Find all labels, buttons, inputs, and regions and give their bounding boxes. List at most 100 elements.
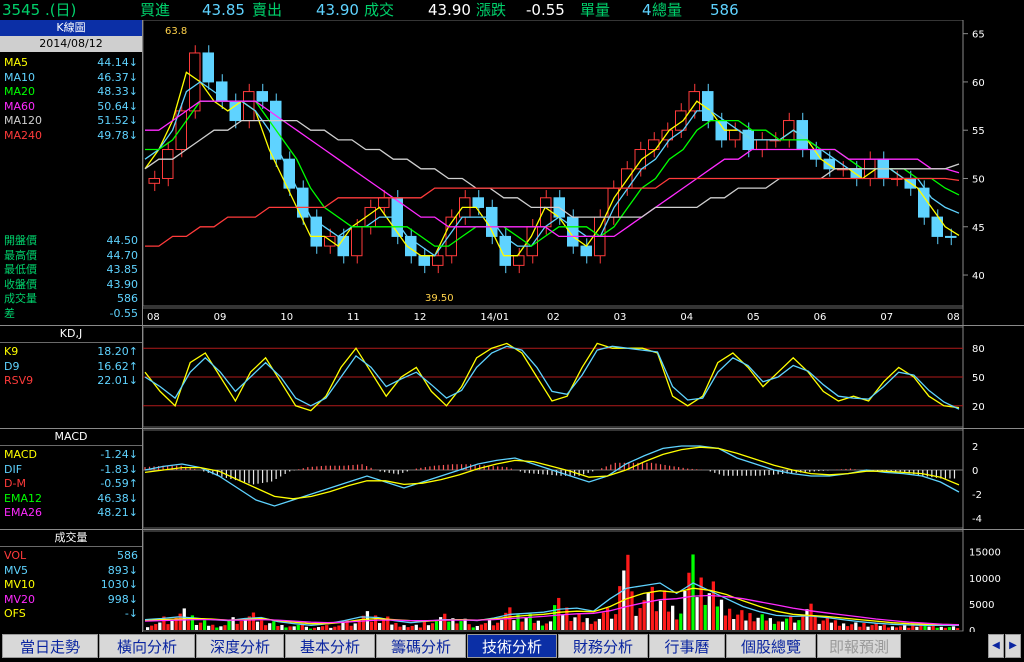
bid-label: 買進 (140, 1, 171, 19)
volume-bar (369, 621, 374, 630)
quote-label: 收盤價 (4, 277, 37, 291)
tab-3[interactable]: 基本分析 (285, 634, 375, 658)
volume-bar (259, 620, 264, 630)
tab-4[interactable]: 籌碼分析 (376, 634, 466, 658)
candle-body (351, 226, 363, 257)
volume-bar (614, 614, 618, 630)
macd-value: 46.38↓ (97, 491, 138, 505)
volume-bar (178, 613, 182, 630)
volume-bar (158, 622, 162, 630)
volume-bar (284, 627, 288, 630)
volume-bar (557, 597, 561, 630)
trade-label: 成交 (364, 1, 395, 19)
candle-body (729, 129, 741, 141)
volume-bar (662, 590, 667, 630)
volume-bar (565, 607, 569, 630)
volume-bar (154, 624, 158, 630)
volume-bar (768, 618, 772, 630)
tab-1[interactable]: 橫向分析 (99, 634, 195, 658)
tab-5[interactable]: 技術分析 (467, 634, 557, 658)
volume-bar (666, 611, 671, 630)
ma-row: MA60 50.64↓ (0, 100, 142, 115)
volume-bar (394, 623, 398, 630)
volume-bar (434, 621, 439, 630)
ma-label: MA5 (4, 56, 29, 69)
volume-bar (443, 613, 447, 630)
volume-panel-title[interactable]: 成交量 (0, 530, 142, 547)
tab-8[interactable]: 個股總覽 (726, 634, 816, 658)
tab-2[interactable]: 深度分析 (196, 634, 284, 658)
macd-value: -0.59↑ (100, 477, 138, 491)
volume-bar (414, 624, 418, 630)
ma-label: MA60 (4, 99, 36, 113)
volume-bar (703, 604, 707, 630)
volume-bar (333, 626, 337, 630)
macd-tick-label: 2 (972, 442, 978, 453)
volume-bar (715, 606, 720, 630)
volume-bar (353, 623, 357, 630)
volume-bar (654, 611, 659, 630)
macd-tick-label: -2 (972, 490, 982, 501)
ma-row: MA240 49.78↓ (0, 129, 142, 144)
volume-bar (939, 626, 943, 630)
volume-bar (406, 627, 410, 630)
volume-bar (349, 625, 353, 630)
ma-label: MA10 (4, 70, 36, 84)
volume-bar (780, 621, 785, 630)
technical-chart-area[interactable]: 65605550454063.839.5008 09 10 11 12 14/01 02 03… (143, 20, 1024, 632)
tab-7[interactable]: 行事曆 (649, 634, 725, 658)
volume-bar (561, 614, 565, 630)
volume-bar (207, 625, 211, 630)
volume-bar (430, 623, 435, 630)
volume-bar (634, 615, 638, 630)
volume-bar (170, 620, 174, 630)
kline-panel-title[interactable]: K線圖 (0, 20, 142, 36)
quote-bar: 3545 .(日) 買進 43.85 賣出 43.90 成交 43.90 漲跌 … (0, 0, 1024, 20)
tab-0[interactable]: 當日走勢 (2, 634, 98, 658)
kd-panel-title[interactable]: KD,J (0, 326, 142, 343)
ma-value: 50.64↓ (97, 99, 138, 113)
ma-row: MA20 48.33↓ (0, 85, 142, 100)
ask-value: 43.90 (316, 1, 359, 19)
macd-label: EMA26 (4, 506, 42, 520)
volume-bar (687, 572, 691, 630)
ma-label: MA240 (4, 128, 43, 142)
tab-9[interactable]: 即報預測 (817, 634, 901, 658)
volume-bar (699, 577, 703, 630)
volume-bar (854, 622, 858, 630)
volume-bar (304, 626, 308, 630)
price-tick-label: 60 (972, 78, 985, 89)
volume-bar (931, 625, 935, 630)
volume-bar (491, 625, 496, 630)
macd-row: EMA26 48.21↓ (0, 506, 142, 521)
volume-bar (496, 622, 500, 630)
volume-bar (166, 624, 170, 630)
volume-bar (784, 618, 789, 630)
volume-bar (296, 625, 300, 630)
volume-bar (337, 625, 341, 630)
volume-bar (186, 620, 190, 630)
vol-value: 1030↓ (100, 578, 138, 592)
volume-bar (536, 620, 540, 630)
candle-body (945, 235, 957, 238)
volume-bar (573, 617, 577, 630)
volume-bar (577, 613, 581, 630)
volume-bar (251, 612, 256, 630)
vol-row: VOL 586 (0, 549, 142, 564)
quote-value: -0.55 (109, 306, 138, 320)
month-label: 08 (947, 312, 960, 323)
macd-label: D-M (4, 477, 26, 491)
macd-panel-title[interactable]: MACD (0, 429, 142, 446)
volume-bar (471, 627, 475, 630)
tab-6[interactable]: 財務分析 (558, 634, 648, 658)
volume-bar (308, 628, 313, 630)
volume-bar (402, 625, 406, 630)
kd-row: RSV9 22.01↓ (0, 374, 142, 389)
tab-scroll-right-icon[interactable]: ▶ (1005, 634, 1021, 658)
volume-bar (553, 605, 557, 630)
month-label: 03 (614, 312, 627, 323)
tab-scroll-left-icon[interactable]: ◀ (988, 634, 1004, 658)
volume-bar (732, 619, 736, 630)
vol-row: MV20 998↓ (0, 593, 142, 608)
volume-bar (870, 625, 874, 630)
